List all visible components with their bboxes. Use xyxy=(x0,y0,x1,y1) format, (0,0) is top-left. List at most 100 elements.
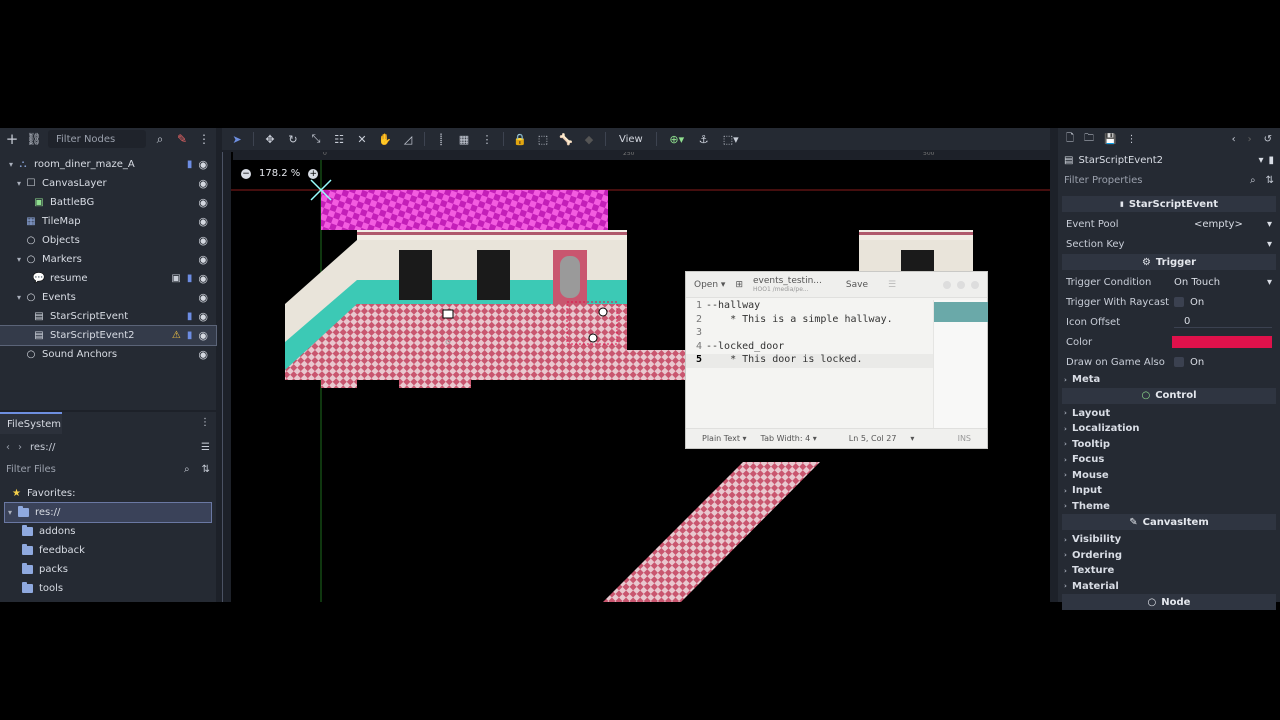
pan-tool-icon[interactable]: ✋ xyxy=(378,133,392,146)
speech-marker-icon[interactable] xyxy=(442,309,454,319)
group-ordering[interactable]: › Ordering xyxy=(1062,548,1276,564)
tree-node-battlebg[interactable]: ▣ BattleBG ◉ xyxy=(0,193,216,212)
collapse-arrow-icon[interactable]: ▾ xyxy=(8,508,12,517)
group-layout[interactable]: › Layout xyxy=(1062,406,1276,422)
prop-event-pool[interactable]: Event Pool <empty> ▾ xyxy=(1062,214,1276,234)
tree-node-markers[interactable]: ▾ ○ Markers ◉ xyxy=(0,250,216,269)
tree-node-tilemap[interactable]: ▦ TileMap ◉ xyxy=(0,212,216,231)
language-selector[interactable]: Plain Text ▾ xyxy=(702,434,747,443)
open-button[interactable]: Open ▾ xyxy=(694,280,725,290)
collapse-arrow-icon[interactable]: ▾ xyxy=(14,293,24,302)
search-icon[interactable]: ⌕ xyxy=(184,464,190,475)
zoom-level[interactable]: 178.2 % xyxy=(259,168,300,179)
minimap-viewport[interactable] xyxy=(934,302,988,322)
tree-node-room-diner[interactable]: ▾ ⛬ room_diner_maze_A ▮ ◉ xyxy=(0,155,216,174)
minimap[interactable] xyxy=(933,300,988,430)
back-arrow-icon[interactable]: ‹ xyxy=(6,442,10,453)
chevron-down-icon[interactable]: ▾ xyxy=(1258,155,1263,166)
script-icon[interactable]: ▮ xyxy=(187,273,193,284)
script-icon[interactable]: ▮ xyxy=(187,330,193,341)
sort-icon[interactable]: ⇅ xyxy=(1266,175,1274,186)
minimize-icon[interactable] xyxy=(943,280,951,289)
visibility-eye-icon[interactable]: ◉ xyxy=(198,158,208,171)
prop-draw-on-game[interactable]: Draw on Game Also On xyxy=(1062,352,1276,372)
split-mode-icon[interactable]: ☰ xyxy=(201,442,210,453)
history-forward-icon[interactable]: › xyxy=(1248,134,1252,145)
collapse-arrow-icon[interactable]: ▾ xyxy=(14,179,24,188)
section-canvasitem[interactable]: ✎ CanvasItem xyxy=(1062,514,1276,530)
menu-icon[interactable]: ⋮ xyxy=(1127,134,1137,145)
text-editor-window[interactable]: Open ▾ ⊞ events_testin... HOO1 /media/pe… xyxy=(685,271,988,449)
zoom-out-icon[interactable]: − xyxy=(241,168,251,179)
folder-item-addons[interactable]: addons xyxy=(0,522,216,541)
prop-trigger-raycast[interactable]: Trigger With Raycast On xyxy=(1062,292,1276,312)
chevron-down-icon[interactable]: ▾ xyxy=(1267,277,1272,288)
forward-arrow-icon[interactable]: › xyxy=(18,442,22,453)
tree-node-starscriptevent[interactable]: ▤ StarScriptEvent ▮ ◉ xyxy=(0,307,216,326)
group-icon[interactable]: ⬚ xyxy=(536,133,550,146)
search-icon[interactable]: ⌕ xyxy=(152,131,168,147)
path-field[interactable]: res:// xyxy=(30,442,55,453)
history-icon[interactable]: ↺ xyxy=(1264,134,1272,145)
layout-icon[interactable]: ⬚▾ xyxy=(720,133,742,146)
chevron-down-icon[interactable]: ▾ xyxy=(1267,239,1272,250)
smart-snap-icon[interactable]: ⸽ xyxy=(434,132,448,147)
checkbox[interactable] xyxy=(1174,297,1184,307)
grid-snap-icon[interactable]: ▦ xyxy=(457,133,471,146)
chevron-down-icon[interactable]: ▾ xyxy=(1267,219,1272,230)
group-mouse[interactable]: › Mouse xyxy=(1062,468,1276,484)
visibility-eye-icon[interactable]: ◉ xyxy=(198,348,208,361)
search-icon[interactable]: ⌕ xyxy=(1250,175,1256,186)
event-marker-icon[interactable] xyxy=(598,307,608,317)
section-starscriptevent[interactable]: ▮ StarScriptEvent xyxy=(1062,196,1276,212)
new-tab-icon[interactable]: ⊞ xyxy=(735,280,743,290)
new-resource-icon[interactable]: 🗋 xyxy=(1066,131,1074,148)
script-icon[interactable]: ▮ xyxy=(187,311,193,322)
text-area[interactable]: 1 --hallway 2 * This is a simple hallway.… xyxy=(686,300,934,430)
visibility-eye-icon[interactable]: ◉ xyxy=(198,329,208,342)
folder-item-feedback[interactable]: feedback xyxy=(0,541,216,560)
history-back-icon[interactable]: ‹ xyxy=(1232,134,1236,145)
group-localization[interactable]: › Localization xyxy=(1062,421,1276,437)
snap-options-icon[interactable]: ⋮ xyxy=(480,133,494,146)
group-icon[interactable]: ▣ xyxy=(171,273,180,284)
collapse-arrow-icon[interactable]: ▾ xyxy=(14,255,24,264)
prop-section-key[interactable]: Section Key ▾ xyxy=(1062,234,1276,254)
filter-nodes-input[interactable]: Filter Nodes xyxy=(48,130,146,148)
folder-item-packs[interactable]: packs xyxy=(0,560,216,579)
group-theme[interactable]: › Theme xyxy=(1062,499,1276,515)
save-button[interactable]: Save xyxy=(846,280,868,290)
add-point-icon[interactable]: ⊕▾ xyxy=(666,133,688,146)
visibility-eye-icon[interactable]: ◉ xyxy=(198,215,208,228)
tab-width-selector[interactable]: Tab Width: 4 ▾ xyxy=(761,434,817,443)
tree-node-sound-anchors[interactable]: ○ Sound Anchors ◉ xyxy=(0,345,216,364)
script-attach-icon[interactable]: ✎ xyxy=(174,131,190,147)
favorites-item[interactable]: ★ Favorites: xyxy=(0,484,216,503)
group-tooltip[interactable]: › Tooltip xyxy=(1062,437,1276,453)
event-marker-icon[interactable] xyxy=(588,333,598,343)
prop-color[interactable]: Color xyxy=(1062,332,1276,352)
prop-trigger-condition[interactable]: Trigger Condition On Touch ▾ xyxy=(1062,272,1276,292)
prop-icon-offset[interactable]: Icon Offset 0 xyxy=(1062,312,1276,332)
maximize-icon[interactable] xyxy=(957,280,965,289)
script-icon[interactable]: ▮ xyxy=(187,159,193,170)
zoom-in-icon[interactable]: + xyxy=(308,168,319,179)
tree-node-objects[interactable]: ○ Objects ◉ xyxy=(0,231,216,250)
list-select-icon[interactable]: ☷ xyxy=(332,133,346,146)
collapse-arrow-icon[interactable]: ▾ xyxy=(6,160,16,169)
prop-value[interactable]: On Touch xyxy=(1174,277,1220,288)
ruler-tool-icon[interactable]: ◿ xyxy=(401,133,415,146)
hamburger-menu-icon[interactable]: ☰ xyxy=(888,280,896,290)
tree-node-starscriptevent2[interactable]: ▤ StarScriptEvent2 ⚠ ▮ ◉ xyxy=(0,325,217,346)
save-icon[interactable]: 💾 xyxy=(1104,134,1116,145)
folder-item-tools[interactable]: tools xyxy=(0,579,216,598)
group-input[interactable]: › Input xyxy=(1062,483,1276,499)
move-tool-icon[interactable]: ✥ xyxy=(263,133,277,146)
tree-node-resume[interactable]: 💬 resume ▣ ▮ ◉ xyxy=(0,269,216,288)
group-visibility[interactable]: › Visibility xyxy=(1062,532,1276,548)
group-material[interactable]: › Material xyxy=(1062,579,1276,595)
pivot-tool-icon[interactable]: ✕ xyxy=(355,133,369,146)
camera-override-icon[interactable]: ◆ xyxy=(582,133,596,146)
res-root-item[interactable]: ▾ res:// xyxy=(4,502,212,523)
color-picker[interactable] xyxy=(1172,336,1272,348)
